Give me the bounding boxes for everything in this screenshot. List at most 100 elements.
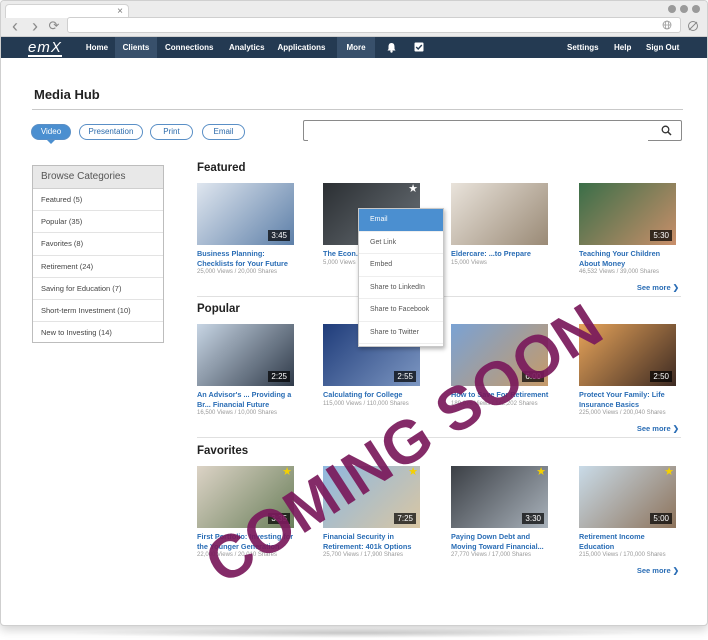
video-thumbnail[interactable]: 3:30 ★ bbox=[451, 466, 548, 528]
top-navigation: emX Home Clients Connections Analytics Appli… bbox=[1, 37, 707, 73]
menu-item-share-to-facebook[interactable]: Share to Facebook bbox=[359, 299, 443, 322]
page-title: Media Hub bbox=[34, 87, 100, 102]
browse-categories-heading: Browse Categories bbox=[33, 166, 163, 189]
video-thumbnail[interactable] bbox=[451, 183, 548, 245]
media-card[interactable]: 2:50 Protect Your Family: Life Insurance … bbox=[579, 324, 677, 416]
video-thumbnail[interactable]: 6:00 bbox=[451, 324, 548, 386]
emx-logo[interactable]: emX bbox=[28, 38, 62, 57]
nav-more-link[interactable]: More ▾ bbox=[337, 37, 375, 73]
category-item[interactable]: Retirement (24) bbox=[33, 256, 163, 278]
media-card[interactable]: 6:00 How to Save For Retirement 189,076 Vi… bbox=[451, 324, 549, 407]
search-icon[interactable] bbox=[661, 125, 672, 136]
favorite-star-icon[interactable]: ★ bbox=[408, 467, 418, 478]
see-more-link[interactable]: See more ❯ bbox=[637, 566, 679, 575]
video-duration-badge: 3:30 bbox=[522, 513, 544, 524]
media-title-link[interactable]: Paying Down Debt and Moving Toward Finan… bbox=[451, 532, 549, 551]
media-title-link[interactable]: An Advisor's ... Providing a Br... Finan… bbox=[197, 390, 295, 409]
video-duration-badge: 5:30 bbox=[650, 230, 672, 241]
media-stats: 15,000 Views bbox=[451, 259, 487, 266]
media-stats: 115,000 Views / 110,000 Shares bbox=[323, 400, 409, 407]
media-stats: 189,076 Views / 142,202 Shares bbox=[451, 400, 538, 407]
media-title-link[interactable]: Eldercare: ...to Prepare bbox=[451, 249, 549, 259]
media-title-link[interactable]: First Portfolio: Investing for the Young… bbox=[197, 532, 295, 551]
video-thumbnail[interactable]: 7:25 ★ bbox=[323, 466, 420, 528]
bell-icon[interactable] bbox=[386, 42, 397, 53]
menu-item-share-to-twitter[interactable]: Share to Twitter bbox=[359, 322, 443, 344]
media-card[interactable]: 3:35 ★ First Portfolio: Investing for the … bbox=[197, 466, 295, 558]
media-card[interactable]: 2:25 An Advisor's ... Providing a Br... F… bbox=[197, 324, 295, 416]
active-filter-pointer-icon bbox=[47, 140, 55, 144]
category-item[interactable]: Featured (5) bbox=[33, 189, 163, 212]
favorite-star-icon[interactable]: ★ bbox=[282, 467, 292, 478]
see-more-link[interactable]: See more ❯ bbox=[637, 424, 679, 433]
category-item[interactable]: Favorites (8) bbox=[33, 233, 163, 256]
nav-home-link[interactable]: Home bbox=[78, 37, 116, 58]
search-input[interactable] bbox=[308, 122, 648, 141]
favorite-star-icon[interactable]: ★ bbox=[664, 467, 674, 478]
video-thumbnail[interactable]: 5:30 bbox=[579, 183, 676, 245]
nav-connections-link[interactable]: Connections bbox=[158, 37, 220, 58]
media-stats: 27,770 Views / 17,000 Shares bbox=[451, 552, 531, 558]
media-title-link[interactable]: Protect Your Family: Life Insurance Basi… bbox=[579, 390, 677, 409]
media-card[interactable]: 3:30 ★ Paying Down Debt and Moving Toward … bbox=[451, 466, 549, 558]
nav-help-link[interactable]: Help bbox=[607, 37, 638, 58]
video-duration-badge: 6:00 bbox=[522, 371, 544, 382]
media-title-link[interactable]: Business Planning: Checklists for Your F… bbox=[197, 249, 295, 268]
category-item[interactable]: Saving for Education (7) bbox=[33, 278, 163, 300]
category-item[interactable]: Short-term Investment (10) bbox=[33, 300, 163, 323]
media-title-link[interactable]: Teaching Your Children About Money bbox=[579, 249, 677, 268]
window-control-icon[interactable] bbox=[668, 5, 676, 13]
menu-item-share-to-linkedin[interactable]: Share to LinkedIn bbox=[359, 277, 443, 299]
menu-item-embed[interactable]: Embed bbox=[359, 254, 443, 277]
video-thumbnail[interactable]: 2:50 bbox=[579, 324, 676, 386]
media-card[interactable]: Eldercare: ...to Prepare 15,000 Views bbox=[451, 183, 549, 266]
media-title-link[interactable]: Retirement Income Education bbox=[579, 532, 677, 551]
media-card[interactable]: 5:30 Teaching Your Children About Money 46… bbox=[579, 183, 677, 275]
video-thumbnail[interactable]: 5:00 ★ bbox=[579, 466, 676, 528]
favorite-star-icon[interactable]: ★ bbox=[536, 467, 546, 478]
address-bar[interactable] bbox=[67, 17, 681, 33]
media-title-link[interactable]: Financial Security in Retirement: 401k O… bbox=[323, 532, 421, 551]
favorite-star-icon[interactable]: ★ bbox=[408, 184, 418, 195]
video-thumbnail[interactable]: 3:45 bbox=[197, 183, 294, 245]
no-tracking-icon[interactable] bbox=[687, 20, 699, 32]
filter-video-button[interactable]: Video bbox=[31, 124, 71, 140]
back-icon[interactable]: ‹ bbox=[7, 17, 23, 35]
nav-analytics-link[interactable]: Analytics bbox=[222, 37, 266, 58]
media-stats: 225,000 Views / 200,040 Shares bbox=[579, 410, 666, 416]
filter-presentation-button[interactable]: Presentation bbox=[79, 124, 143, 140]
nav-sign-out-link[interactable]: Sign Out bbox=[639, 37, 686, 58]
checkbox-icon[interactable] bbox=[414, 42, 424, 52]
menu-item-email[interactable]: Email bbox=[359, 209, 443, 232]
video-duration-badge: 2:55 bbox=[394, 371, 416, 382]
nav-settings-link[interactable]: Settings bbox=[560, 37, 606, 58]
media-card[interactable]: 5:00 ★ Retirement Income Education 215,000 … bbox=[579, 466, 677, 558]
media-stats: 25,000 Views / 20,000 Shares bbox=[197, 269, 277, 275]
nav-clients-link[interactable]: Clients bbox=[115, 37, 157, 58]
forward-icon[interactable]: › bbox=[27, 17, 43, 35]
browser-window: × ‹ › ⟳ emX Home Clients Connections Analyt… bbox=[0, 0, 708, 626]
section-heading-featured: Featured bbox=[197, 162, 246, 174]
main-content: Media Hub Video Presentation Print Email… bbox=[1, 58, 707, 625]
window-control-icon[interactable] bbox=[692, 5, 700, 13]
video-duration-badge: 2:50 bbox=[650, 371, 672, 382]
section-heading-favorites: Favorites bbox=[197, 445, 249, 457]
media-stats: 22,000 Views / 20,010 Shares bbox=[197, 552, 277, 558]
video-thumbnail[interactable]: 2:25 bbox=[197, 324, 294, 386]
category-item[interactable]: Popular (35) bbox=[33, 211, 163, 234]
media-title-link[interactable]: Calculating for College bbox=[323, 390, 421, 400]
video-thumbnail[interactable]: 3:35 ★ bbox=[197, 466, 294, 528]
category-item[interactable]: New to Investing (14) bbox=[33, 322, 163, 344]
reload-icon[interactable]: ⟳ bbox=[46, 18, 62, 34]
window-control-icon[interactable] bbox=[680, 5, 688, 13]
filter-email-button[interactable]: Email bbox=[202, 124, 245, 140]
menu-item-get-link[interactable]: Get Link bbox=[359, 232, 443, 254]
filter-print-button[interactable]: Print bbox=[150, 124, 193, 140]
media-card[interactable]: 3:45 Business Planning: Checklists for Yo… bbox=[197, 183, 295, 275]
nav-applications-link[interactable]: Applications ▾ bbox=[269, 37, 334, 73]
media-card[interactable]: 7:25 ★ Financial Security in Retirement: 4… bbox=[323, 466, 421, 558]
see-more-link[interactable]: See more ❯ bbox=[637, 283, 679, 292]
media-title-link[interactable]: How to Save For Retirement bbox=[451, 390, 549, 400]
share-context-menu: Email Get Link Embed Share to LinkedIn Share… bbox=[358, 208, 444, 347]
browser-tab[interactable]: × bbox=[5, 4, 129, 18]
